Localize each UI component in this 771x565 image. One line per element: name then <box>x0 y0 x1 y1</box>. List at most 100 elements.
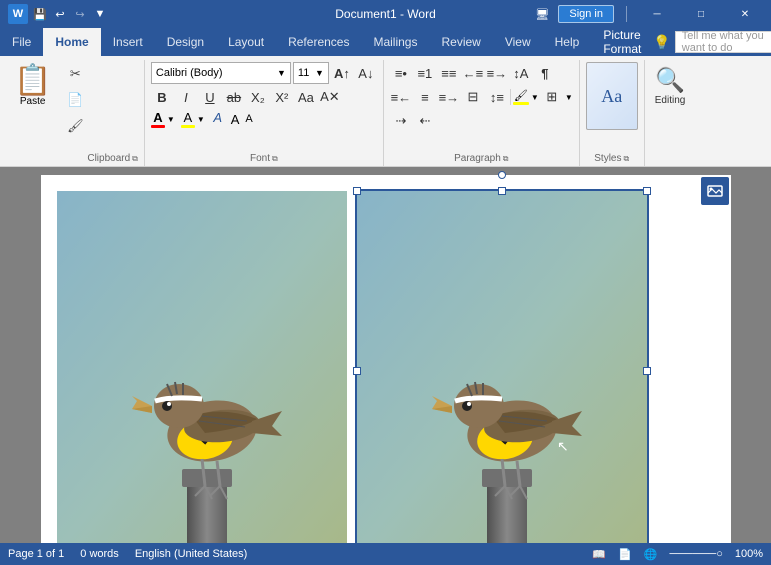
underline-button[interactable]: U <box>199 86 221 108</box>
styles-group-expander[interactable]: ⧉ <box>623 154 629 164</box>
clipboard-expander[interactable]: ⧉ <box>132 154 138 164</box>
clipboard-right: ✂ 📄 🖌 <box>63 62 87 138</box>
clear-format-button[interactable]: A✕ <box>319 86 341 108</box>
minimize-button[interactable]: ─ <box>639 0 675 28</box>
tab-home[interactable]: Home <box>43 28 100 56</box>
bird-image-1 <box>57 191 347 543</box>
format-painter-button[interactable]: 🖌 <box>63 114 87 138</box>
qat-dropdown[interactable]: ▼ <box>92 6 108 22</box>
show-marks-button[interactable]: ¶ <box>534 62 556 84</box>
language: English (United States) <box>135 548 248 560</box>
image-2-container[interactable]: ↖ <box>357 191 647 543</box>
shading-button[interactable]: 🖌 <box>513 89 529 105</box>
sort-button[interactable]: ↕A <box>510 62 532 84</box>
handle-rotate[interactable] <box>498 171 506 179</box>
italic-button[interactable]: I <box>175 86 197 108</box>
paragraph-group-content: ≡• ≡1 ≡≡ ←≡ ≡→ ↕A ¶ ≡← ≡ ≡→ ⊟ ↕≡ 🖌 <box>390 62 573 153</box>
increase-indent-button[interactable]: ≡→ <box>486 62 508 84</box>
multilevel-list-button[interactable]: ≡≡ <box>438 62 460 84</box>
font-color-button[interactable]: A <box>151 110 165 128</box>
tab-file[interactable]: File <box>0 28 43 56</box>
decrease-indent-button[interactable]: ←≡ <box>462 62 484 84</box>
font-color-dropdown[interactable]: ▼ <box>167 115 175 124</box>
font-color-row: A ▼ A ▼ A A <box>151 110 253 128</box>
ltr-text-button[interactable]: ⇠ <box>414 110 436 132</box>
tab-insert[interactable]: Insert <box>101 28 155 56</box>
maximize-button[interactable]: □ <box>683 0 719 28</box>
undo-qat[interactable]: ↩ <box>52 6 68 22</box>
increase-font-button[interactable]: A↑ <box>331 62 353 84</box>
line-spacing-button[interactable]: ↕≡ <box>486 86 508 108</box>
subscript-button[interactable]: X₂ <box>247 86 269 108</box>
editing-button[interactable]: 🔍 Editing <box>651 62 690 110</box>
print-layout-icon[interactable]: 📄 <box>618 548 632 561</box>
font-name-row: Calibri (Body) ▼ 11 ▼ A↑ A↓ <box>151 62 377 84</box>
tab-picture-format[interactable]: Picture Format <box>591 28 653 56</box>
tab-mailings[interactable]: Mailings <box>361 28 429 56</box>
highlight-dropdown[interactable]: ▼ <box>197 115 205 124</box>
cut-button[interactable]: ✂ <box>63 62 87 86</box>
font-name-value: Calibri (Body) <box>156 67 223 79</box>
shading-dropdown[interactable]: ▼ <box>531 93 539 102</box>
handle-top-center[interactable] <box>498 187 506 195</box>
tab-design[interactable]: Design <box>155 28 216 56</box>
font-group-expander[interactable]: ⧉ <box>272 154 278 164</box>
tab-layout[interactable]: Layout <box>216 28 276 56</box>
tell-me-input[interactable]: Tell me what you want to do <box>675 31 771 53</box>
title-section: Document1 - Word <box>335 7 435 21</box>
paste-button[interactable]: 📋 Paste <box>8 62 57 138</box>
tab-review[interactable]: Review <box>429 28 492 56</box>
tab-help[interactable]: Help <box>543 28 592 56</box>
strikethrough-button[interactable]: ab <box>223 86 245 108</box>
ribbon-display-options[interactable]: 🖥 <box>534 6 550 22</box>
handle-top-right[interactable] <box>643 187 651 195</box>
rtl-text-button[interactable]: ⇢ <box>390 110 412 132</box>
group-paragraph: ≡• ≡1 ≡≡ ←≡ ≡→ ↕A ¶ ≡← ≡ ≡→ ⊟ ↕≡ 🖌 <box>384 60 580 166</box>
align-left-button[interactable]: ≡← <box>390 86 412 108</box>
group-clipboard: 📋 Paste ✂ 📄 🖌 Clipboard ⧉ <box>2 60 145 166</box>
styles-icon: Aa <box>586 62 638 130</box>
font-group-content: Calibri (Body) ▼ 11 ▼ A↑ A↓ B I U ab X₂ <box>151 62 377 153</box>
copy-button[interactable]: 📄 <box>63 88 87 112</box>
borders-dropdown[interactable]: ▼ <box>565 93 573 102</box>
handle-top-left[interactable] <box>353 187 361 195</box>
handle-middle-left[interactable] <box>353 367 361 375</box>
font-name-dropdown[interactable]: ▼ <box>277 68 286 78</box>
image-1-container[interactable] <box>57 191 347 543</box>
close-button[interactable]: ✕ <box>727 0 763 28</box>
bullets-button[interactable]: ≡• <box>390 62 412 84</box>
align-center-button[interactable]: ≡ <box>414 86 436 108</box>
bird-image-2: ↖ <box>357 191 647 543</box>
ribbon-help: 💡 Tell me what you want to do 🔗 Share <box>653 28 771 56</box>
web-layout-icon[interactable]: 🌐 <box>644 548 658 561</box>
font-name-selector[interactable]: Calibri (Body) ▼ <box>151 62 291 84</box>
zoom-slider[interactable]: ──────○ <box>669 548 722 560</box>
grow-font-button[interactable]: A <box>231 112 240 127</box>
align-right-button[interactable]: ≡→ <box>438 86 460 108</box>
picture-format-icon[interactable] <box>701 177 729 205</box>
tab-view[interactable]: View <box>493 28 543 56</box>
change-case-button[interactable]: Aa <box>295 86 317 108</box>
redo-qat[interactable]: ↪ <box>72 6 88 22</box>
tab-references[interactable]: References <box>276 28 361 56</box>
borders-button[interactable]: ⊞ <box>541 86 563 108</box>
sign-in-button[interactable]: Sign in <box>558 5 614 23</box>
paragraph-group-expander[interactable]: ⧉ <box>503 154 509 164</box>
numbering-button[interactable]: ≡1 <box>414 62 436 84</box>
text-effect-button[interactable]: A <box>211 110 225 128</box>
superscript-button[interactable]: X² <box>271 86 293 108</box>
font-size-dropdown[interactable]: ▼ <box>315 68 324 78</box>
bold-button[interactable]: B <box>151 86 173 108</box>
lightbulb-icon: 💡 <box>653 34 670 51</box>
title-bar-left: W 💾 ↩ ↪ ▼ <box>8 4 108 24</box>
styles-preview: Aa <box>601 86 622 107</box>
save-qat[interactable]: 💾 <box>32 6 48 22</box>
focus-mode-icon[interactable]: 📖 <box>592 548 606 561</box>
tell-me-placeholder: Tell me what you want to do <box>682 30 771 54</box>
justify-button[interactable]: ⊟ <box>462 86 484 108</box>
shrink-font-button[interactable]: A <box>245 113 252 125</box>
handle-middle-right[interactable] <box>643 367 651 375</box>
font-size-selector[interactable]: 11 ▼ <box>293 62 329 84</box>
decrease-font-button[interactable]: A↓ <box>355 62 377 84</box>
highlight-color-button[interactable]: A <box>181 110 195 128</box>
